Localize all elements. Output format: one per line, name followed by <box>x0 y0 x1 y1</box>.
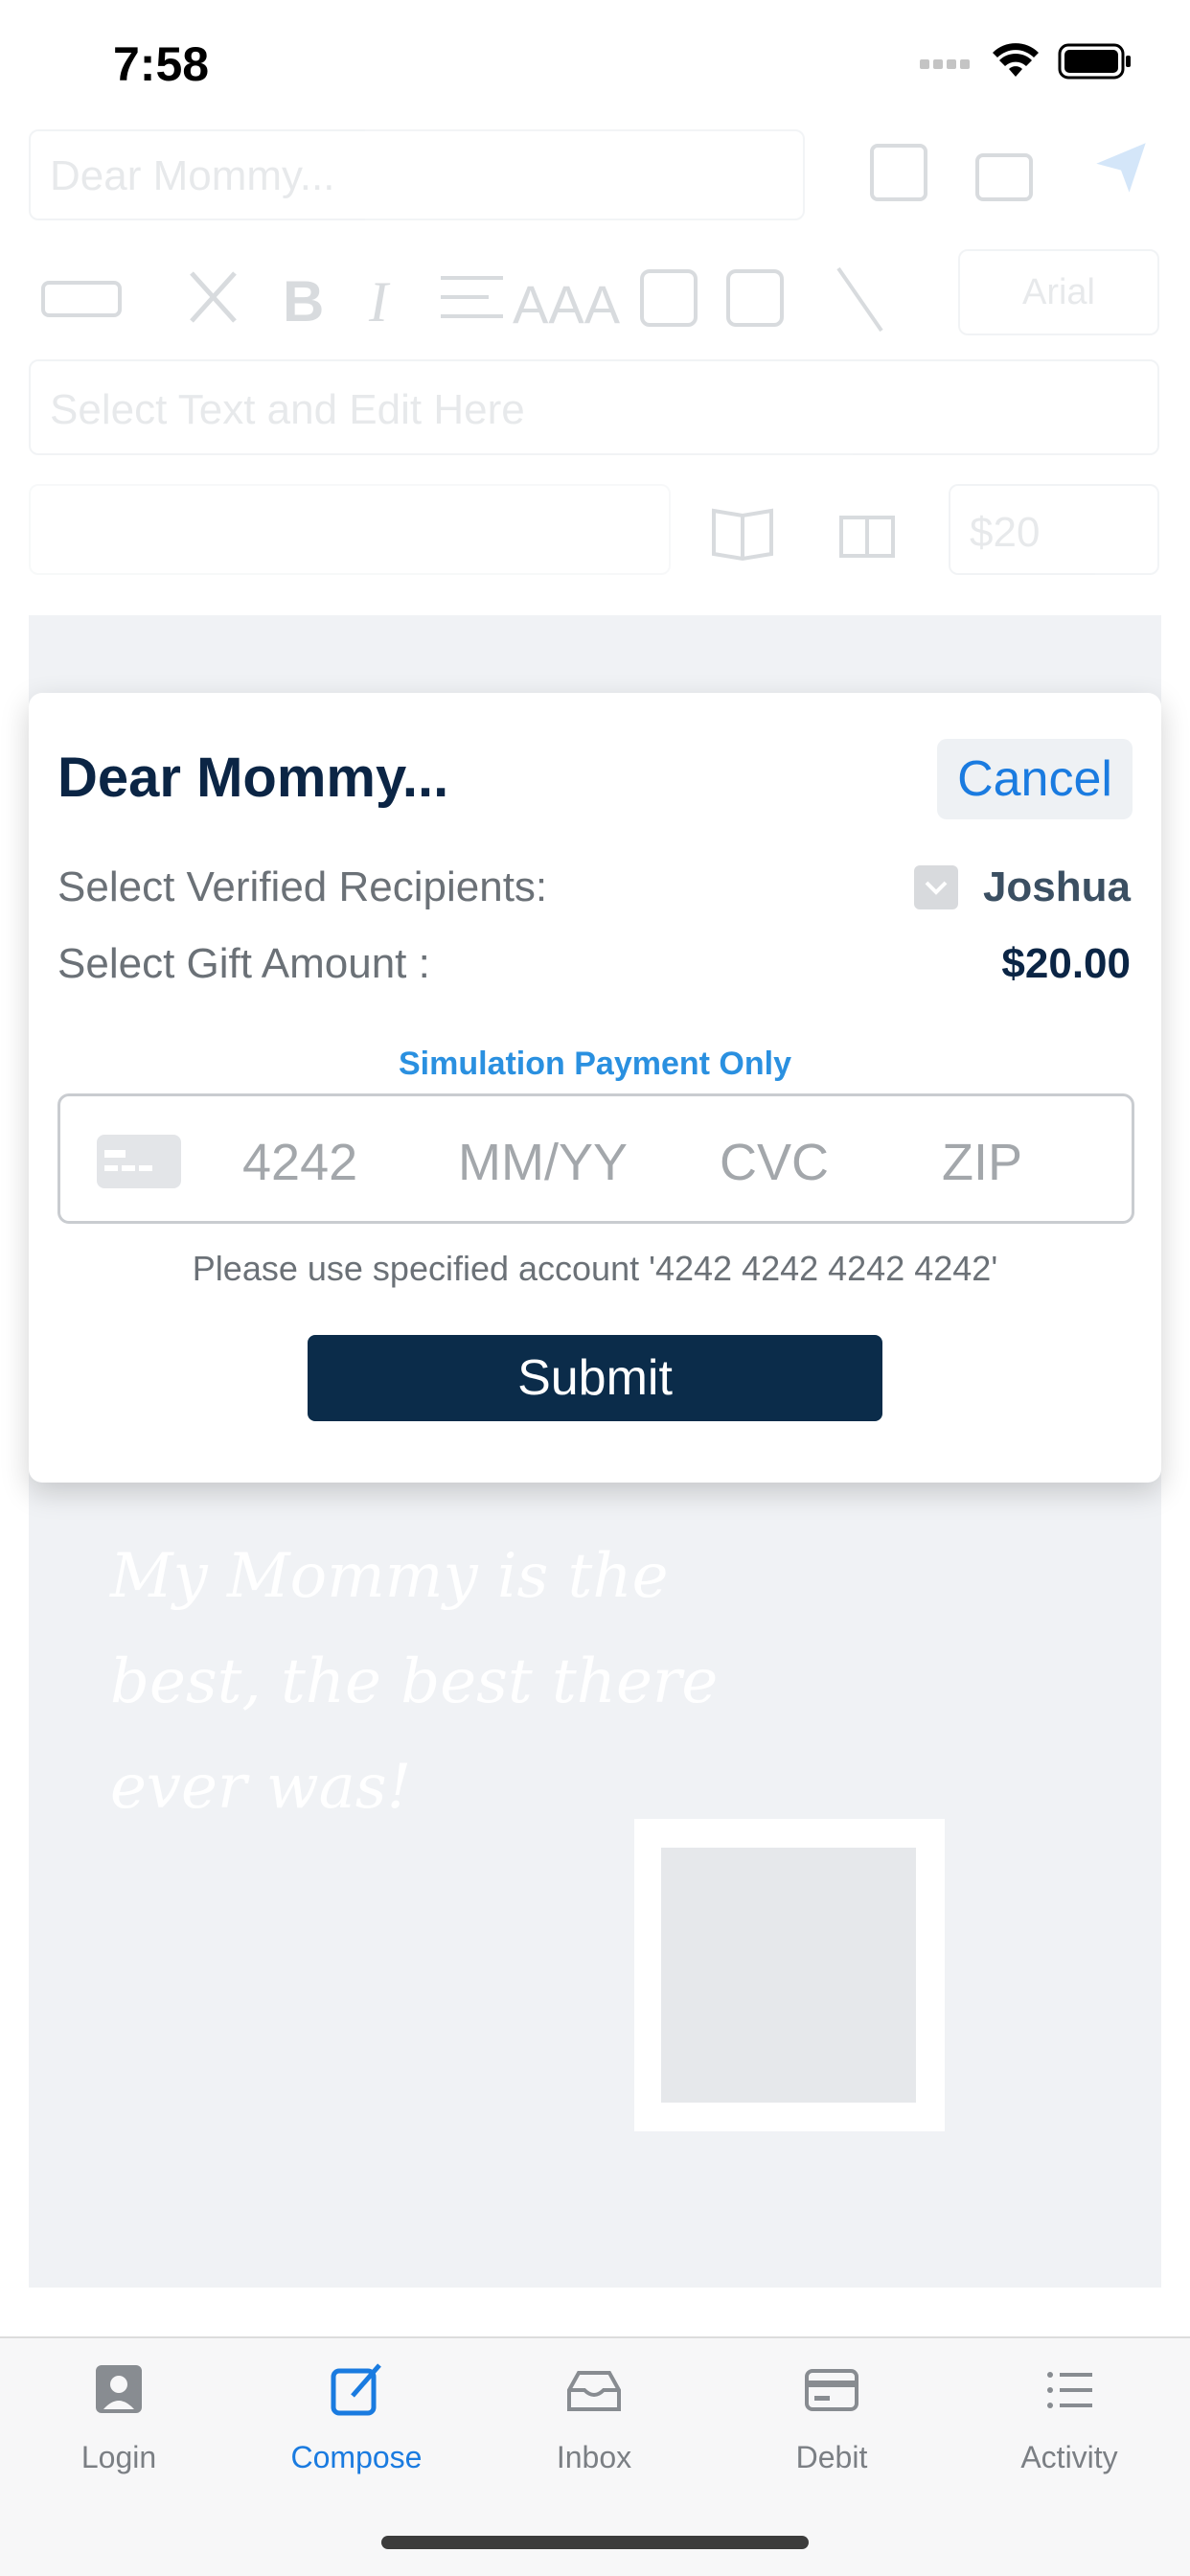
gift-amount-label: Select Gift Amount : <box>57 940 430 987</box>
expiry-input[interactable]: MM/YY <box>458 1133 628 1192</box>
card-input-field[interactable]: 4242 MM/YY CVC ZIP <box>57 1093 1134 1224</box>
submit-button[interactable]: Submit <box>308 1335 882 1421</box>
status-bar: 7:58 <box>0 0 1190 125</box>
status-icons <box>920 42 1133 80</box>
list-icon <box>1047 2372 1092 2408</box>
tab-label: Activity <box>1020 2440 1118 2474</box>
gift-amount-value[interactable]: $20.00 <box>1001 940 1131 988</box>
svg-text:I: I <box>368 270 391 334</box>
card-message: My Mommy is the best, the best there eve… <box>110 1541 719 1823</box>
book-icon[interactable] <box>709 496 776 564</box>
recipients-label: Select Verified Recipients: <box>57 863 548 910</box>
recipient-name[interactable]: Joshua <box>983 863 1131 911</box>
tab-label: Debit <box>795 2440 868 2474</box>
text-edit-input[interactable]: Select Text and Edit Here <box>29 359 1159 455</box>
tab-label: Login <box>80 2440 157 2474</box>
duplicate-icon[interactable] <box>870 144 927 201</box>
cancel-button[interactable]: Cancel <box>937 739 1133 819</box>
wifi-icon <box>993 43 1039 77</box>
tab-login[interactable]: Login <box>0 2359 238 2503</box>
signal-icon <box>920 59 970 69</box>
cvc-input[interactable]: CVC <box>720 1133 829 1192</box>
edit-tools-icon[interactable]: B I AAA <box>29 244 891 340</box>
card-photo <box>661 1848 916 2103</box>
status-time: 7:58 <box>113 37 210 91</box>
battery-icon <box>1058 43 1131 80</box>
tab-debit[interactable]: Debit <box>713 2359 950 2503</box>
inbox-icon <box>567 2371 621 2411</box>
gift-icon[interactable] <box>834 494 901 561</box>
payment-modal: Dear Mommy... Cancel Select Verified Rec… <box>29 693 1161 1483</box>
home-indicator <box>381 2536 809 2549</box>
chevron-down-icon <box>925 881 948 895</box>
card-icon <box>805 2369 858 2411</box>
tab-inbox[interactable]: Inbox <box>475 2359 713 2503</box>
compose-icon <box>331 2363 381 2416</box>
card-number-input[interactable]: 4242 <box>242 1133 357 1192</box>
tab-compose[interactable]: Compose <box>238 2359 475 2503</box>
tab-label: Inbox <box>556 2440 632 2474</box>
account-note: Please use specified account '4242 4242 … <box>192 1249 998 1288</box>
svg-text:B: B <box>283 269 324 334</box>
tab-label: Compose <box>290 2440 423 2474</box>
credit-card-icon <box>97 1135 181 1188</box>
send-icon[interactable] <box>1092 139 1150 196</box>
card-title-input[interactable]: Dear Mommy... <box>29 129 805 220</box>
simulation-label: Simulation Payment Only <box>399 1046 791 1082</box>
person-icon <box>96 2365 142 2413</box>
folder-icon[interactable] <box>975 153 1033 201</box>
recipient-checkbox[interactable] <box>914 865 958 909</box>
amount-input[interactable]: $20 <box>949 484 1159 575</box>
zip-input[interactable]: ZIP <box>942 1133 1022 1192</box>
tab-activity[interactable]: Activity <box>950 2359 1188 2503</box>
svg-text:AAA: AAA <box>513 274 621 334</box>
font-selector[interactable]: Arial <box>958 249 1159 335</box>
modal-title: Dear Mommy... <box>57 747 449 809</box>
sticker-picker[interactable] <box>29 484 671 575</box>
